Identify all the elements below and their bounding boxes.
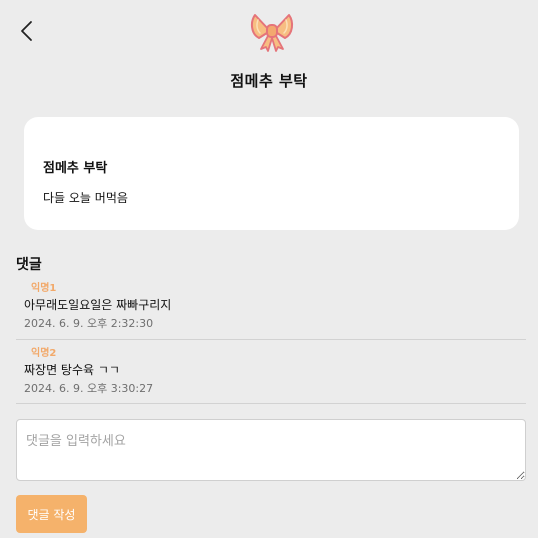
post-title: 점메추 부탁	[43, 161, 108, 176]
post-body: 다들 오늘 머먹음	[43, 191, 128, 205]
post-card: 점메추 부탁 다들 오늘 머먹음	[24, 117, 519, 230]
comment-timestamp: 2024. 6. 9. 오후 3:30:27	[24, 382, 154, 395]
comment-timestamp: 2024. 6. 9. 오후 2:32:30	[24, 317, 154, 330]
chevron-left-icon[interactable]	[14, 18, 40, 44]
ribbon-bow-icon	[248, 10, 296, 52]
comment-author: 익명1	[31, 283, 57, 294]
comment-author: 익명2	[31, 348, 57, 359]
comment-list: 익명1 아무래도일요일은 짜빠구리지 2024. 6. 9. 오후 2:32:3…	[16, 277, 526, 404]
comment-item: 익명2 짜장면 탕수육 ㄱㄱ 2024. 6. 9. 오후 3:30:27	[16, 340, 526, 404]
comment-input[interactable]	[16, 419, 526, 481]
back-button[interactable]	[14, 18, 40, 44]
submit-comment-button[interactable]: 댓글 작성	[16, 495, 87, 533]
comment-text: 아무래도일요일은 짜빠구리지	[24, 298, 172, 312]
comment-item: 익명1 아무래도일요일은 짜빠구리지 2024. 6. 9. 오후 2:32:3…	[16, 277, 526, 340]
comment-text: 짜장면 탕수육 ㄱㄱ	[24, 363, 120, 377]
page-title: 점메추 부탁	[230, 72, 308, 90]
comments-heading: 댓글	[16, 257, 42, 273]
